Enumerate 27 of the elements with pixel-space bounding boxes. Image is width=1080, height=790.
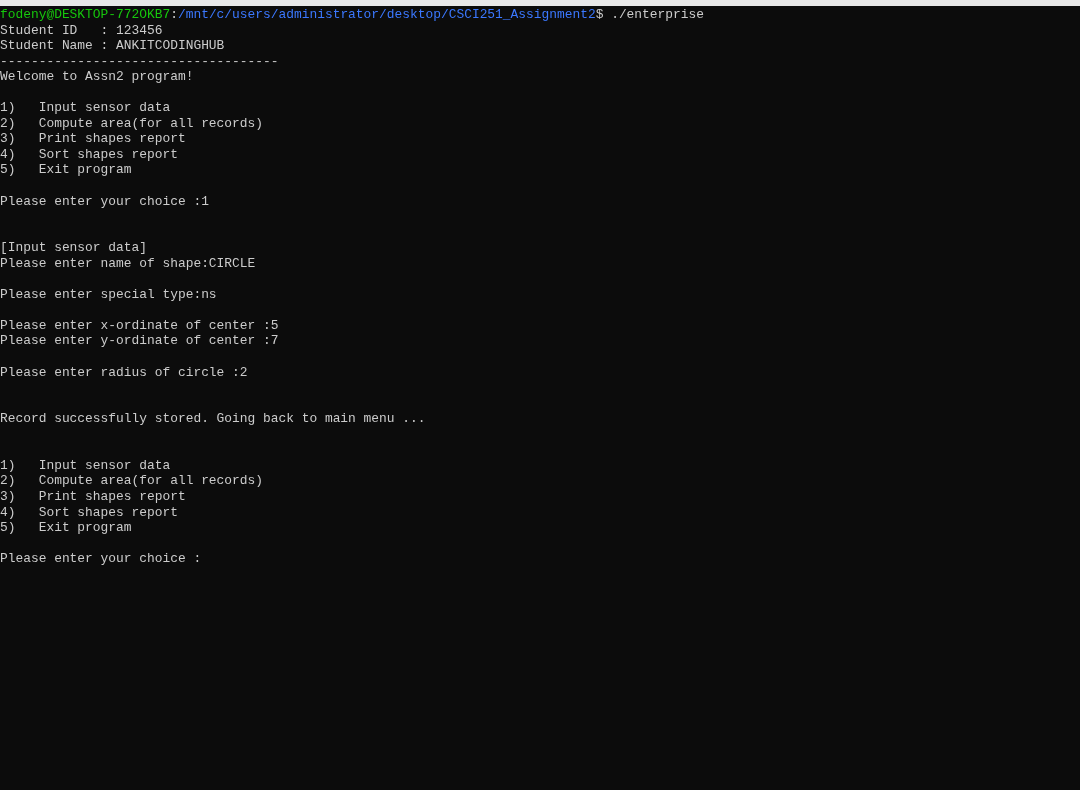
prompt-user-host: fodeny@DESKTOP-772OKB7	[0, 7, 171, 22]
terminal-output-line: Please enter x-ordinate of center :5	[0, 317, 279, 333]
terminal-output-line: Student ID : 123456	[0, 22, 163, 38]
terminal-output-line: [Input sensor data]	[0, 240, 147, 256]
terminal-output-line: 5) Exit program	[0, 520, 132, 536]
terminal-output-line: 3) Print shapes report	[0, 488, 186, 504]
terminal-output-line: 1) Input sensor data	[0, 100, 171, 116]
terminal-output-line: ------------------------------------	[0, 53, 279, 69]
terminal-output-line: Please enter special type:ns	[0, 286, 217, 302]
terminal-output-line: 2) Compute area(for all records)	[0, 473, 263, 489]
terminal-output-line: 2) Compute area(for all records)	[0, 115, 263, 131]
terminal-output-line: 1) Input sensor data	[0, 457, 171, 473]
terminal-output-line: 4) Sort shapes report	[0, 504, 178, 520]
terminal-output-line: 4) Sort shapes report	[0, 146, 178, 162]
prompt-command: $ ./enterprise	[595, 7, 704, 22]
terminal-output-line: Please enter your choice :1	[0, 193, 209, 209]
terminal-output-line: Please enter y-ordinate of center :7	[0, 333, 279, 349]
terminal-output-line: Student Name : ANKITCODINGHUB	[0, 38, 225, 54]
terminal-output-line: Welcome to Assn2 program!	[0, 69, 194, 85]
prompt-separator: :	[170, 7, 178, 22]
terminal-output-line: 5) Exit program	[0, 162, 132, 178]
terminal-output-line: Please enter your choice :	[0, 551, 202, 567]
terminal-output-line: Please enter radius of circle :2	[0, 364, 248, 380]
terminal-output-line: Please enter name of shape:CIRCLE	[0, 255, 256, 271]
terminal-output-line: Record successfully stored. Going back to main menu ...	[0, 411, 426, 427]
prompt-path: /mnt/c/users/administrator/desktop/CSCI251_Assignment2	[177, 7, 596, 22]
terminal-output-line: 3) Print shapes report	[0, 131, 186, 147]
